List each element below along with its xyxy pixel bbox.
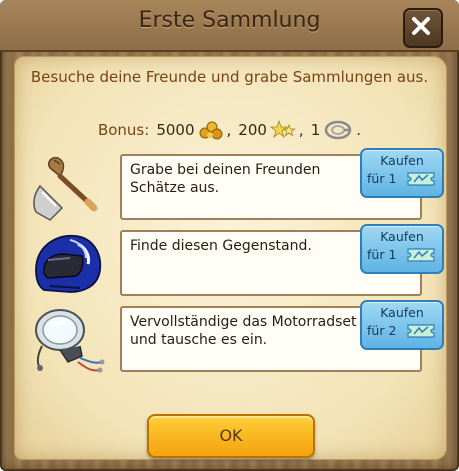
dialog-subtitle: Besuche deine Freunde und grabe Sammlung… [30, 68, 429, 86]
bonus-extra-value: 1 [310, 121, 321, 139]
buy-cost-1: 1 [388, 171, 397, 186]
bonus-separator-2: , [298, 121, 304, 139]
spiral-rope-icon [325, 120, 352, 140]
task-row-3: Vervollständige das Motorradset und taus… [30, 300, 444, 380]
ticket-icon [407, 248, 435, 262]
buy-button-1[interactable]: Kaufen für 1 [360, 148, 444, 198]
buy-label-1: Kaufen [380, 153, 424, 168]
bonus-separator: , [226, 121, 232, 139]
task-icon-1 [30, 154, 110, 228]
bonus-stars-value: 200 [238, 121, 267, 139]
buy-cost-line-3: für 2 [367, 323, 396, 338]
buy-button-2[interactable]: Kaufen für 1 [360, 224, 444, 274]
motorcycle-headlight-icon [35, 309, 105, 373]
task-text-1: Grabe bei deinen Freunden Schätze aus. [130, 162, 321, 196]
buy-prefix-3: für [367, 323, 385, 338]
bonus-coins-value: 5000 [156, 121, 195, 139]
buy-label-3: Kaufen [380, 305, 424, 320]
motorcycle-helmet-icon [35, 235, 102, 293]
ticket-icon [407, 324, 435, 338]
task-icon-3 [30, 306, 110, 380]
buy-cost-2: 1 [388, 247, 397, 262]
dialog-title: Erste Sammlung [138, 8, 321, 33]
buy-label-2: Kaufen [380, 229, 424, 244]
star-gems-icon [269, 119, 296, 139]
ok-button[interactable]: OK [147, 414, 315, 458]
ok-button-label: OK [219, 426, 243, 445]
bonus-label: Bonus: [97, 121, 150, 139]
task-row-1: Grabe bei deinen Freunden Schätze aus. K… [30, 148, 444, 228]
shovel-sack-icon [33, 156, 98, 221]
task-text-2: Finde diesen Gegenstand. [130, 238, 312, 254]
buy-cost-line-2: für 1 [367, 247, 396, 262]
close-button[interactable] [403, 8, 443, 48]
buy-prefix-1: für [367, 171, 385, 186]
task-row-2: Finde diesen Gegenstand. Kaufen für 1 [30, 224, 444, 304]
task-icon-2 [30, 230, 110, 304]
buy-prefix-2: für [367, 247, 385, 262]
close-icon [412, 17, 430, 35]
dialog-header: Erste Sammlung [0, 0, 459, 52]
buy-cost-3: 2 [388, 323, 397, 338]
task-text-3: Vervollständige das Motorradset und taus… [130, 314, 357, 348]
buy-button-3[interactable]: Kaufen für 2 [360, 300, 444, 350]
bonus-end-period: . [356, 121, 362, 139]
bonus-row: Bonus: 5000 , 200 , 1 . [0, 116, 459, 144]
ticket-icon [407, 172, 435, 186]
buy-cost-line-1: für 1 [367, 171, 396, 186]
gold-nuggets-icon [199, 121, 222, 140]
